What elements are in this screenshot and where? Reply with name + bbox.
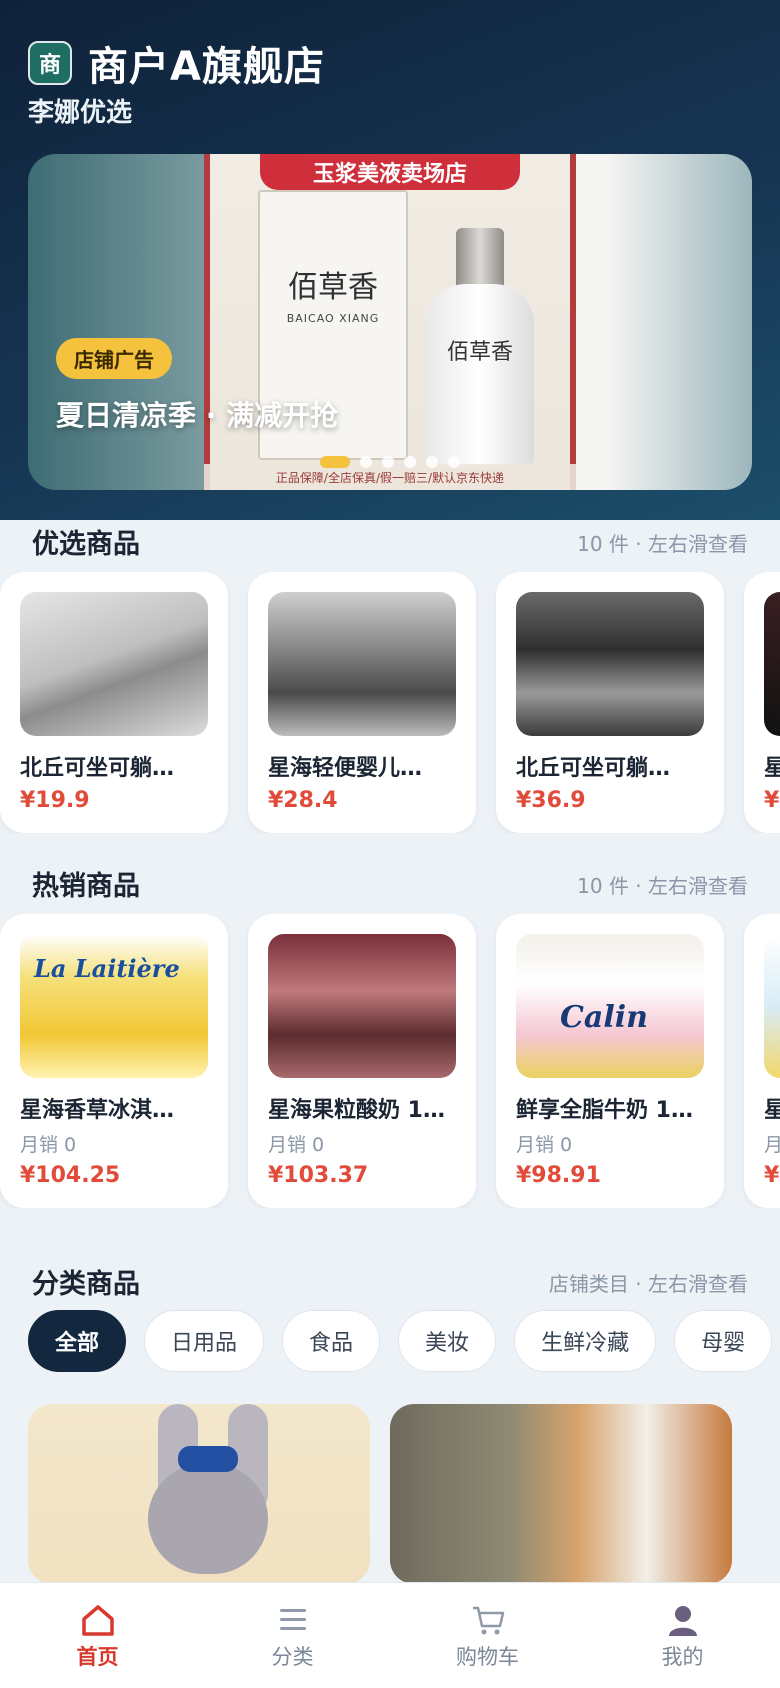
product-image [764,592,780,736]
category-product-grid [28,1404,752,1584]
store-subtitle: 李娜优选 [28,98,133,128]
hot-section-header: 热销商品 10 件 · 左右滑查看 [0,864,780,908]
bottle-brand: 佰草香 [446,340,513,365]
product-monthly-sales: 月销 0 [268,1134,325,1156]
category-chip-fresh[interactable]: 生鲜冷藏 [514,1310,657,1372]
tab-category-label: 分类 [271,1645,314,1669]
category-title: 分类商品 [32,1269,140,1300]
featured-meta: 10 件 · 左右滑查看 [577,532,748,556]
promo-banner[interactable]: 玉浆美液卖场店 佰草香 BAICAO XIANG 佰草香 正品保障/全店保真/假… [28,154,752,490]
product-price: ¥104.25 [20,1163,121,1188]
banner-title: 夏日清凉季 · 满减开抢 [56,399,339,432]
product-monthly-sales: 月销 0 [516,1134,573,1156]
product-card[interactable]: 星 月 ¥ [744,914,780,1208]
product-image [268,934,456,1078]
product-monthly-sales: 月 [764,1134,780,1156]
product-image [20,592,208,736]
ad-badge: 店铺广告 [56,338,172,379]
product-name: 星海果粒酸奶 1… [268,1098,445,1123]
product-name: 北丘可坐可躺… [20,756,175,781]
featured-carousel[interactable]: 北丘可坐可躺… ¥19.9 星海轻便婴儿… ¥28.4 北丘可坐可躺… ¥36.… [0,572,780,833]
category-chip-food[interactable]: 食品 [282,1310,381,1372]
product-price: ¥28.4 [268,788,338,813]
category-meta: 店铺类目 · 左右滑查看 [548,1272,748,1296]
category-chip-beauty[interactable]: 美妆 [398,1310,497,1372]
category-chip-baby[interactable]: 母婴 [674,1310,773,1372]
product-image [516,592,704,736]
tab-profile-label: 我的 [661,1645,704,1669]
store-name: 商户A旗舰店 [88,44,325,90]
pagination-dot[interactable] [426,456,438,468]
product-price: ¥36.9 [516,788,586,813]
category-section-header: 分类商品 店铺类目 · 左右滑查看 [0,1262,780,1306]
home-icon [81,1605,114,1636]
featured-title: 优选商品 [32,529,140,560]
category-chip-daily[interactable]: 日用品 [144,1310,265,1372]
pagination-dot[interactable] [404,456,416,468]
bottom-tab-bar: 首页 分类 购物车 我的 [0,1582,780,1688]
product-card-image[interactable] [390,1404,732,1584]
pagination-dot[interactable] [360,456,372,468]
product-price: ¥ [764,1163,780,1188]
product-name: 星海轻便婴儿… [268,756,423,781]
product-card[interactable]: 星海轻便婴儿… ¥28.4 [248,572,476,833]
product-card[interactable]: 北丘可坐可躺… ¥36.9 [496,572,724,833]
product-price: ¥98.91 [516,1163,601,1188]
pagination-dot[interactable] [448,456,460,468]
tab-cart-label: 购物车 [456,1645,519,1669]
featured-section-header: 优选商品 10 件 · 左右滑查看 [0,522,780,566]
banner-store-tag: 玉浆美液卖场店 [260,154,520,190]
product-card[interactable]: Calin 鲜享全脂牛奶 1… 月销 0 ¥98.91 [496,914,724,1208]
product-box-brand: 佰草香 [288,270,378,305]
product-name: 星 [764,750,780,782]
product-box-brand-en: BAICAO XIANG [286,312,380,325]
product-card[interactable]: La Laitière 星海香草冰淇… 月销 0 ¥104.25 [0,914,228,1208]
category-chip-row[interactable]: 全部 日用品 食品 美妆 生鲜冷藏 母婴 [28,1310,780,1372]
product-card-image[interactable] [28,1404,370,1584]
product-card[interactable]: 北丘可坐可躺… ¥19.9 [0,572,228,833]
store-title-row: 商 商户A旗舰店 [28,34,325,92]
product-name: 星 [764,1092,780,1124]
product-image-text: La Laitière [34,954,180,983]
list-icon [279,1609,306,1630]
product-price: ¥ [764,788,780,813]
product-name: 星海香草冰淇… [20,1098,175,1123]
category-chip-all[interactable]: 全部 [28,1310,127,1372]
hot-carousel[interactable]: La Laitière 星海香草冰淇… 月销 0 ¥104.25 星海果粒酸奶 … [0,914,780,1208]
store-header: 商 商户A旗舰店 李娜优选 玉浆美液卖场店 佰草香 BAICAO XIANG 佰… [0,0,780,520]
product-price: ¥19.9 [20,788,90,813]
product-image [268,592,456,736]
user-icon [668,1606,697,1636]
banner-pagination[interactable] [320,456,470,468]
hot-title: 热销商品 [32,871,140,902]
product-image: Calin [516,934,704,1078]
tab-home-label: 首页 [76,1645,119,1669]
product-monthly-sales: 月销 0 [20,1134,77,1156]
tab-profile[interactable]: 我的 [585,1583,780,1688]
pagination-dot[interactable] [382,456,394,468]
store-logo: 商 [28,41,72,85]
pagination-dot-active[interactable] [320,456,350,468]
product-name: 北丘可坐可躺… [516,756,671,781]
hot-meta: 10 件 · 左右滑查看 [577,874,748,898]
product-image-text: Calin [560,1000,648,1035]
tab-home[interactable]: 首页 [0,1583,195,1688]
product-price: ¥103.37 [268,1163,369,1188]
product-card[interactable]: 星海果粒酸奶 1… 月销 0 ¥103.37 [248,914,476,1208]
cart-icon [472,1606,504,1635]
product-image [764,934,780,1078]
product-name: 鲜享全脂牛奶 1… [516,1098,693,1123]
tab-category[interactable]: 分类 [195,1583,390,1688]
product-card[interactable]: 星 ¥ [744,572,780,833]
product-image: La Laitière [20,934,208,1078]
tab-cart[interactable]: 购物车 [390,1583,585,1688]
product-bottle-image: 佰草香 [426,228,534,468]
